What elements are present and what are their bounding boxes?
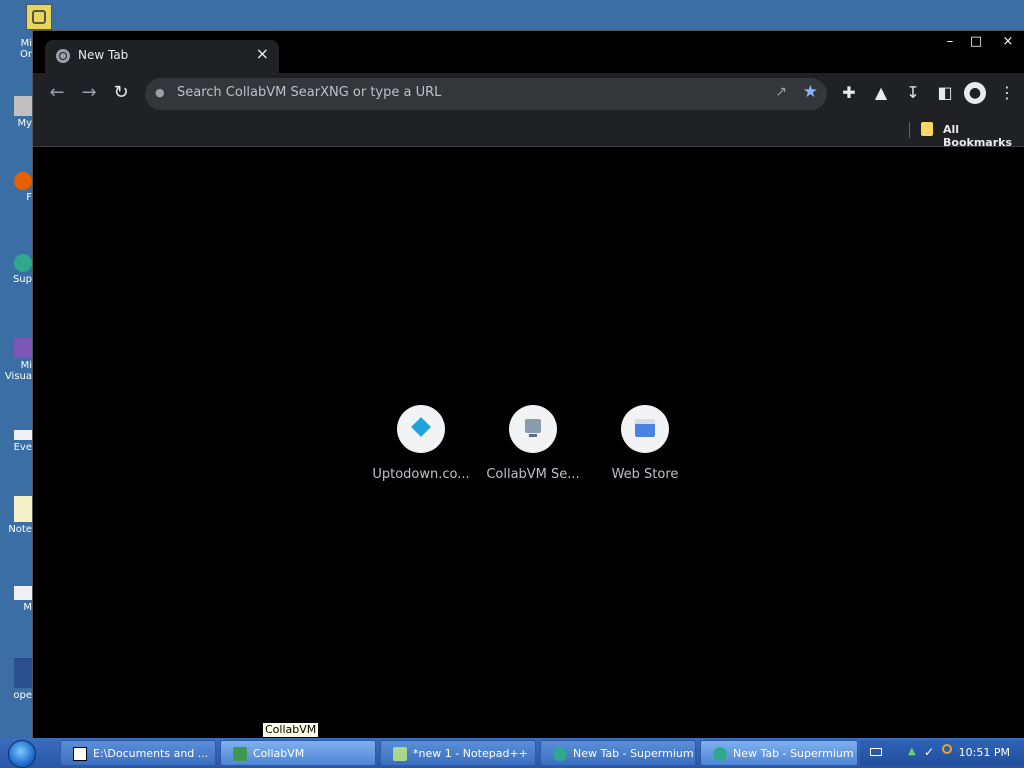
reload-button[interactable]: ↻ — [109, 81, 133, 105]
new-tab-page: Uptodown.co... CollabVM Se... Web Store — [33, 147, 1024, 739]
back-button[interactable]: ← — [45, 81, 69, 105]
clock[interactable]: 10:51 PM — [959, 746, 1010, 759]
desktop-app-icon[interactable] — [26, 4, 52, 30]
taskbar-item-collabvm[interactable]: CollabVM — [220, 740, 376, 766]
taskbar: E:\Documents and ... CollabVM *new 1 - N… — [0, 738, 1024, 768]
my-computer-icon — [14, 96, 32, 116]
collabvm-icon — [233, 747, 247, 761]
globe-icon — [56, 49, 70, 63]
notepad-icon — [14, 496, 32, 522]
extensions-icon[interactable]: ✚ — [837, 81, 861, 105]
search-icon[interactable] — [942, 744, 952, 754]
desktop-icon-onenote[interactable]: Mi Or — [0, 38, 32, 60]
download-icon[interactable]: ↧ — [901, 81, 925, 105]
shortcut-tile-uptodown[interactable]: Uptodown.co... — [365, 405, 477, 482]
desktop-icon-supermium[interactable]: Sup — [0, 254, 32, 285]
taskbar-item-notepadpp[interactable]: *new 1 - Notepad++ — [380, 740, 536, 766]
taskbar-item-supermium-2[interactable]: New Tab - Supermium — [700, 740, 858, 766]
web-store-icon — [621, 405, 669, 453]
tab-new-tab[interactable]: New Tab × — [45, 40, 279, 73]
visual-studio-icon — [14, 338, 32, 358]
side-panel-icon[interactable]: ◧ — [933, 81, 957, 105]
maximize-button[interactable]: □ — [963, 33, 989, 51]
bookmark-star-icon[interactable]: ★ — [803, 82, 818, 102]
omnibox[interactable]: ● Search CollabVM SearXNG or type a URL … — [145, 78, 827, 110]
desktop-icon-openoffice[interactable]: ope — [0, 658, 32, 701]
bookmarks-separator — [909, 122, 910, 138]
taskbar-tooltip: CollabVM — [262, 722, 320, 738]
shortcut-icon — [14, 586, 32, 600]
search-engine-icon: ● — [155, 86, 165, 99]
openoffice-icon — [14, 658, 32, 688]
desktop-icon-notepad[interactable]: Note — [0, 496, 32, 535]
omnibox-input[interactable]: Search CollabVM SearXNG or type a URL — [177, 85, 441, 100]
all-bookmarks-button[interactable]: All Bookmarks — [943, 123, 1024, 149]
taskbar-item-7zip[interactable]: E:\Documents and ... — [60, 740, 216, 766]
desktop-icon-shortcut[interactable]: M — [0, 586, 32, 613]
forward-button[interactable]: → — [77, 81, 101, 105]
7zip-icon — [73, 747, 87, 761]
firefox-icon — [14, 172, 32, 190]
profile-avatar-icon[interactable]: ● — [964, 82, 986, 104]
supermium-icon — [713, 747, 727, 761]
network-icon[interactable]: ▲ — [908, 746, 916, 757]
menu-more-icon[interactable]: ⋮ — [995, 81, 1019, 105]
folder-icon — [921, 122, 933, 136]
browser-toolbar: ← → ↻ ● Search CollabVM SearXNG or type … — [33, 73, 1024, 114]
tab-title: New Tab — [78, 48, 129, 62]
supermium-icon — [553, 747, 567, 761]
desktop-icon-visual-studio[interactable]: Mi Visua — [0, 338, 32, 382]
tab-close-icon[interactable]: × — [256, 44, 269, 63]
system-tray: ▲ ✓ 10:51 PM — [860, 740, 1024, 766]
browser-window: New Tab × – □ × ← → ↻ ● Search CollabVM … — [32, 30, 1024, 739]
shortcut-tile-collabvm[interactable]: CollabVM Se... — [477, 405, 589, 482]
desktop-icon-my-computer[interactable]: My — [0, 96, 32, 129]
bookmarks-bar: All Bookmarks — [33, 114, 1024, 149]
minimize-button[interactable]: – — [937, 33, 963, 51]
labs-flask-icon[interactable]: ▲ — [869, 81, 893, 105]
share-icon[interactable]: ↗ — [775, 84, 787, 100]
close-window-button[interactable]: × — [995, 33, 1021, 51]
collabvm-icon — [509, 405, 557, 453]
taskbar-item-supermium-1[interactable]: New Tab - Supermium — [540, 740, 696, 766]
browser-titlebar: New Tab × – □ × — [33, 31, 1024, 73]
desktop-icon-firefox[interactable]: F — [0, 172, 32, 203]
desktop-icon-everything[interactable]: Eve — [0, 430, 32, 453]
uptodown-icon — [397, 405, 445, 453]
keyboard-icon[interactable] — [870, 748, 882, 756]
windows-logo-icon — [8, 740, 36, 768]
start-button[interactable] — [8, 740, 38, 768]
notepadpp-icon — [393, 747, 407, 761]
supermium-icon — [14, 254, 32, 272]
volume-icon[interactable]: ✓ — [924, 745, 934, 759]
everything-icon — [14, 430, 32, 440]
shortcut-tile-web-store[interactable]: Web Store — [589, 405, 701, 482]
